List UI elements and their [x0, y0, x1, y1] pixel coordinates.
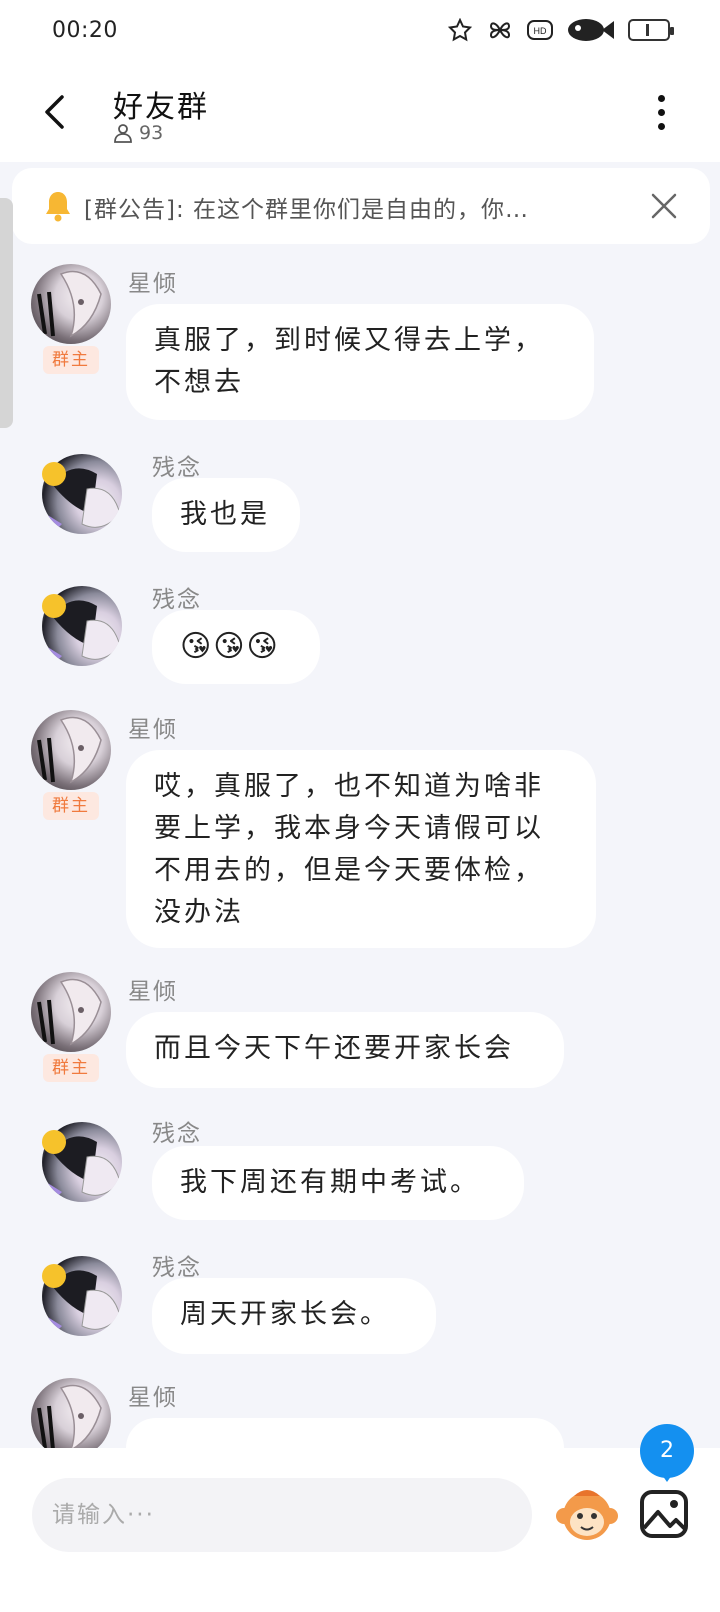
monkey-face-icon	[556, 1490, 618, 1540]
sender-name: 残念	[152, 587, 202, 613]
announcement-text: [群公告]: 在这个群里你们是自由的，你…	[84, 197, 530, 223]
sticker-button[interactable]	[554, 1482, 620, 1548]
avatar[interactable]	[31, 710, 111, 790]
role-badge: 群主	[43, 346, 99, 374]
member-count[interactable]: 93	[113, 122, 163, 144]
sender-name: 残念	[152, 455, 202, 481]
message-line: 而且今天下午还要开家长会	[154, 1033, 514, 1064]
message-bubble[interactable]: 我下周还有期中考试。	[152, 1146, 524, 1220]
avatar[interactable]	[31, 264, 111, 344]
sunglasses-sticker-icon	[42, 1130, 66, 1154]
dot-icon	[657, 122, 665, 130]
dot-icon	[657, 94, 665, 102]
battery-icon	[628, 19, 674, 41]
status-time: 00:20	[52, 18, 118, 43]
sender-name: 星倾	[128, 979, 178, 1005]
message-line: 不想去	[154, 367, 244, 398]
role-badge: 群主	[43, 1054, 99, 1082]
image-icon	[640, 1490, 688, 1538]
message-bubble[interactable]: 我也是	[152, 478, 300, 552]
close-announcement-button[interactable]	[644, 186, 684, 226]
message-bubble[interactable]: 😘😘😘	[152, 610, 320, 684]
message-line: 不用去的，但是今天要体检，	[154, 855, 544, 886]
sender-name: 星倾	[128, 717, 178, 743]
person-icon	[114, 124, 132, 143]
chat-header: 好友群 93	[0, 66, 720, 162]
avatar[interactable]	[31, 1378, 111, 1458]
message-line: 😘😘😘	[180, 629, 280, 664]
sunglasses-sticker-icon	[42, 1264, 66, 1288]
message-line: 真服了，到时候又得去上学，	[154, 325, 544, 356]
page-title: 好友群	[113, 90, 209, 125]
status-icons: HD	[446, 16, 674, 44]
fish-icon	[566, 16, 616, 44]
status-bar: 00:20 HD	[0, 0, 720, 66]
message-line: 我下周还有期中考试。	[180, 1167, 480, 1198]
svg-text:HD: HD	[534, 26, 547, 36]
more-options-button[interactable]	[646, 88, 676, 136]
role-badge: 群主	[43, 792, 99, 820]
message-bubble[interactable]: 真服了，到时候又得去上学， 不想去	[126, 304, 594, 420]
close-icon	[651, 193, 677, 219]
message-bubble[interactable]: 周天开家长会。	[152, 1278, 436, 1354]
hd-icon: HD	[526, 16, 554, 44]
message-input[interactable]	[32, 1478, 532, 1552]
input-bar	[0, 1448, 720, 1612]
sender-name: 残念	[152, 1255, 202, 1281]
unread-count-badge[interactable]: 2	[640, 1424, 694, 1482]
butterfly-icon	[486, 16, 514, 44]
avatar[interactable]	[31, 972, 111, 1052]
star-icon	[446, 16, 474, 44]
sunglasses-sticker-icon	[42, 594, 66, 618]
message-bubble[interactable]: 而且今天下午还要开家长会	[126, 1012, 564, 1088]
message-bubble[interactable]: 哎，真服了，也不知道为啥非 要上学，我本身今天请假可以 不用去的，但是今天要体检…	[126, 750, 596, 948]
message-line: 周天开家长会。	[180, 1299, 390, 1330]
sender-name: 星倾	[128, 1385, 178, 1411]
image-button[interactable]	[638, 1486, 692, 1542]
group-announcement[interactable]: [群公告]: 在这个群里你们是自由的，你…	[12, 168, 710, 244]
edge-handle[interactable]	[0, 198, 13, 428]
message-line: 哎，真服了，也不知道为啥非	[154, 771, 544, 802]
member-count-value: 93	[139, 122, 164, 144]
back-button[interactable]	[34, 88, 74, 136]
message-line: 要上学，我本身今天请假可以	[154, 813, 544, 844]
sunglasses-sticker-icon	[42, 462, 66, 486]
sender-name: 残念	[152, 1121, 202, 1147]
bell-icon	[46, 192, 70, 222]
dot-icon	[657, 108, 665, 116]
message-line: 没办法	[154, 897, 244, 928]
sender-name: 星倾	[128, 271, 178, 297]
chevron-left-icon	[45, 95, 64, 129]
message-line: 我也是	[180, 499, 270, 530]
